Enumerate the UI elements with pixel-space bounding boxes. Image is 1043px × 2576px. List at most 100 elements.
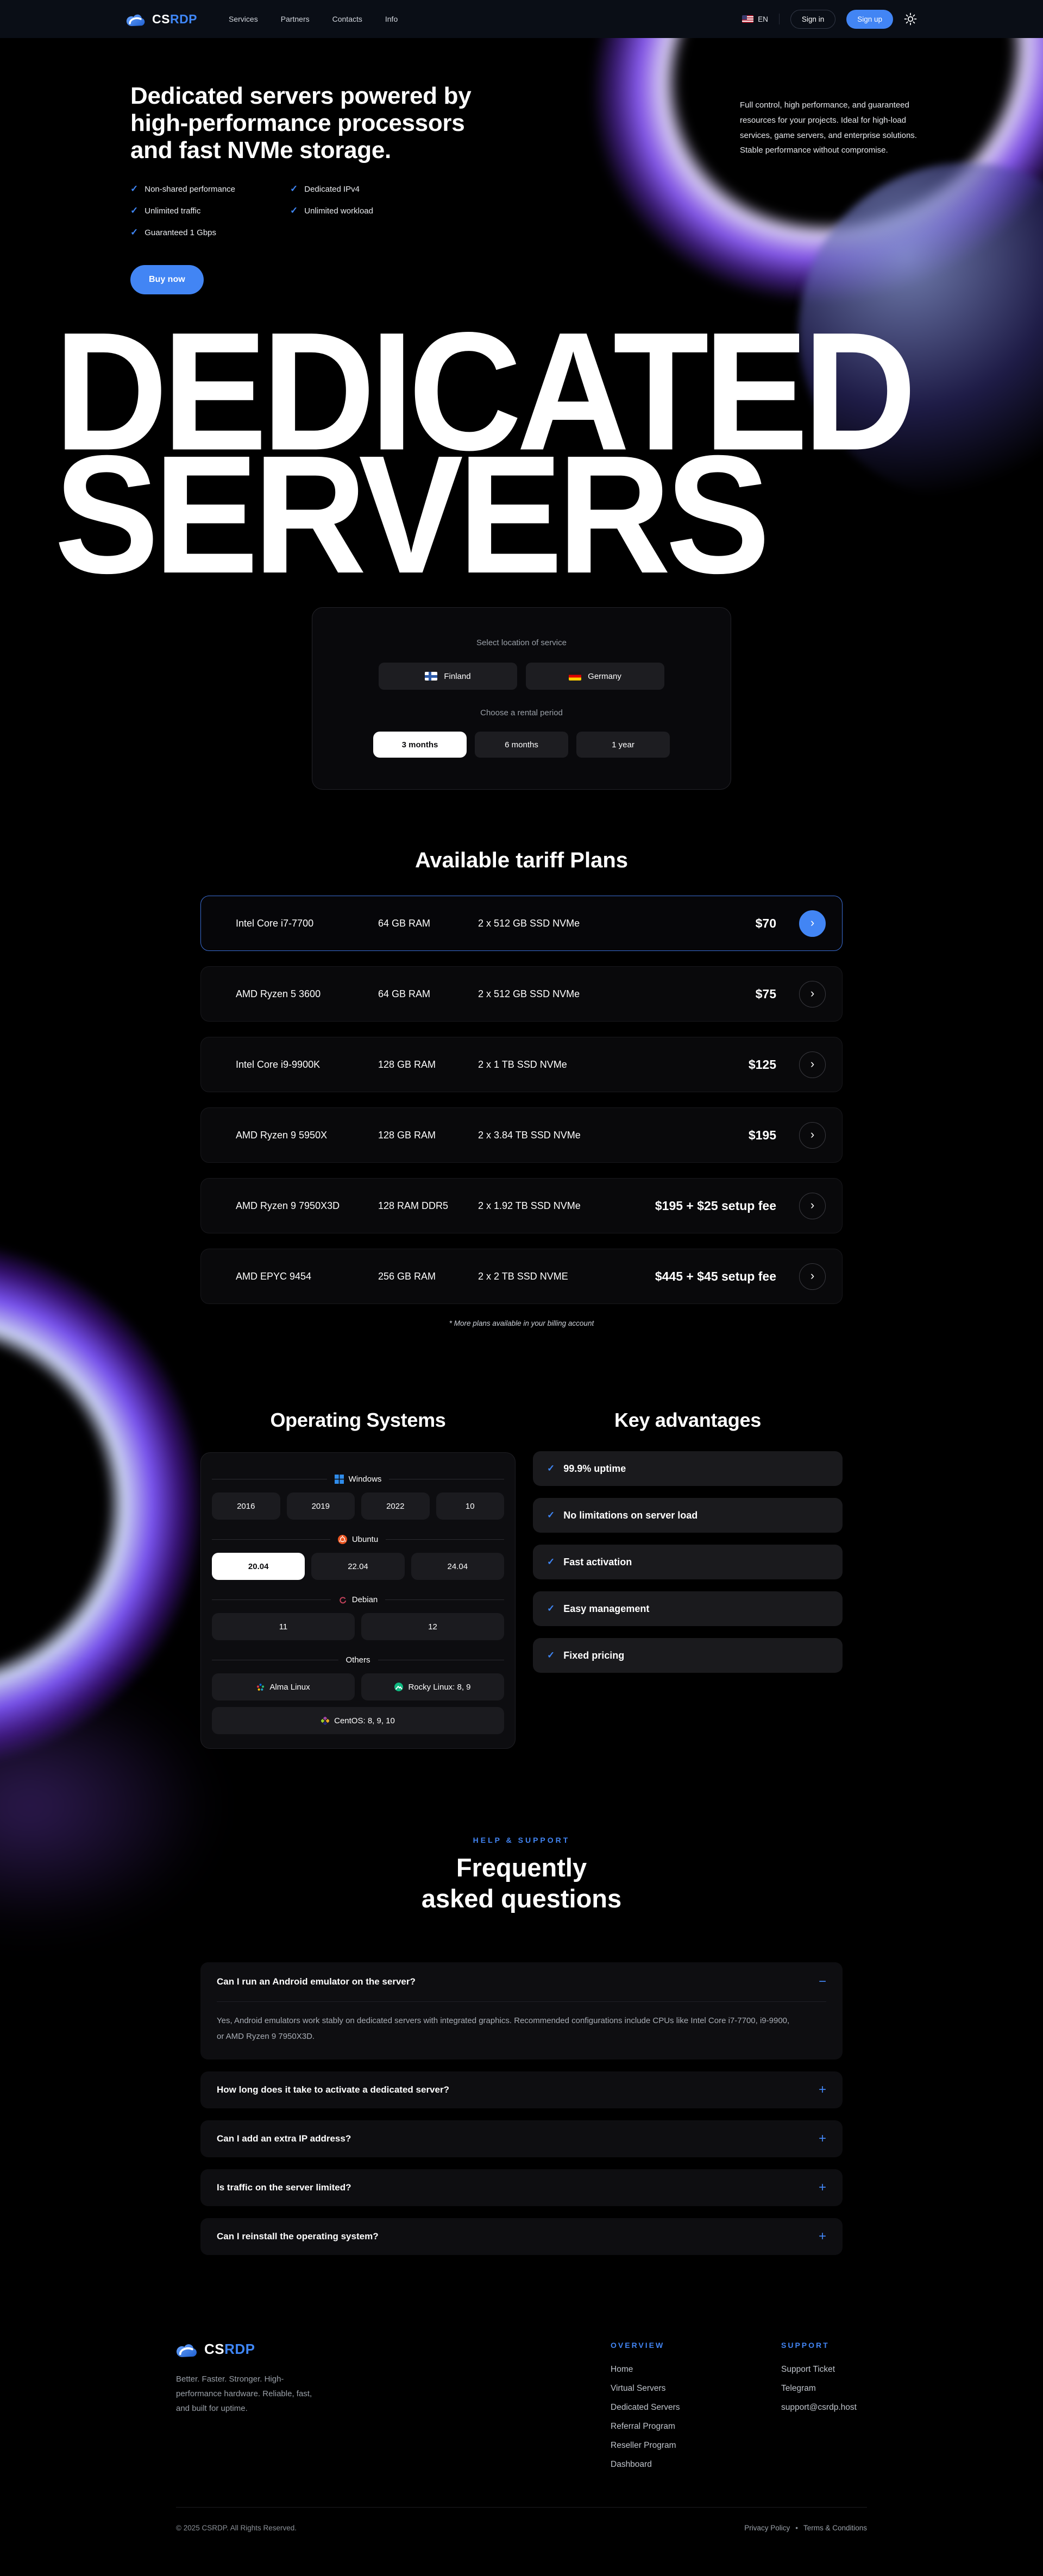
plan-arrow-button[interactable]: ›	[799, 1193, 826, 1219]
plan-ram: 128 GB RAM	[378, 1130, 478, 1141]
privacy-policy-link[interactable]: Privacy Policy	[744, 2524, 790, 2532]
sign-in-button[interactable]: Sign in	[790, 10, 835, 29]
plan-row[interactable]: AMD EPYC 9454 256 GB RAM 2 x 2 TB SSD NV…	[200, 1249, 843, 1304]
language-selector[interactable]: EN	[742, 15, 768, 23]
faq-question[interactable]: Is traffic on the server limited? +	[217, 2169, 826, 2206]
location-label: Select location of service	[312, 638, 731, 647]
check-icon: ✓	[547, 1463, 555, 1474]
nav-item-services[interactable]: Services	[229, 15, 258, 23]
plan-arrow-button[interactable]: ›	[799, 1122, 826, 1149]
os-button-windows-2016[interactable]: 2016	[212, 1492, 280, 1520]
os-button-ubuntu-2404[interactable]: 24.04	[411, 1553, 504, 1580]
faq-question[interactable]: Can I add an extra IP address? +	[217, 2120, 826, 2157]
footer-support-title: SUPPORT	[781, 2341, 867, 2350]
expand-plus-icon[interactable]: +	[819, 2180, 826, 2195]
footer: CSRDP Better. Faster. Stronger. High-per…	[176, 2341, 867, 2532]
plan-price: $195 + $25 setup fee	[655, 1199, 776, 1213]
os-group-others: Others	[212, 1655, 504, 1665]
chevron-right-icon: ›	[810, 1058, 814, 1070]
check-icon: ✓	[547, 1603, 555, 1614]
expand-plus-icon[interactable]: +	[819, 2131, 826, 2146]
plan-arrow-button[interactable]: ›	[799, 981, 826, 1007]
footer-link-dashboard[interactable]: Dashboard	[611, 2460, 781, 2470]
collapse-minus-icon[interactable]: −	[819, 1974, 826, 1989]
os-button-windows-10[interactable]: 10	[436, 1492, 505, 1520]
os-button-alma-linux[interactable]: Alma Linux	[212, 1673, 355, 1700]
theme-toggle-sun-icon[interactable]	[904, 12, 917, 26]
header-divider	[779, 14, 780, 24]
hero-description: Full control, high performance, and guar…	[740, 98, 920, 294]
plan-row[interactable]: AMD Ryzen 9 5950X 128 GB RAM 2 x 3.84 TB…	[200, 1107, 843, 1163]
plan-storage: 2 x 1.92 TB SSD NVMe	[478, 1200, 655, 1212]
location-button-finland[interactable]: Finland	[379, 663, 517, 690]
faq-answer: Yes, Android emulators work stably on de…	[217, 2002, 793, 2060]
footer-link-support-ticket[interactable]: Support Ticket	[781, 2365, 867, 2375]
period-button-1-year[interactable]: 1 year	[576, 732, 670, 758]
plan-price: $195	[749, 1128, 776, 1143]
os-button-rocky-linux[interactable]: Rocky Linux: 8, 9	[361, 1673, 504, 1700]
plan-cpu: Intel Core i7-7700	[236, 918, 378, 929]
faq-question[interactable]: Can I run an Android emulator on the ser…	[217, 1962, 826, 2001]
nav-item-contacts[interactable]: Contacts	[332, 15, 362, 23]
os-button-debian-11[interactable]: 11	[212, 1613, 355, 1640]
plan-storage: 2 x 512 GB SSD NVMe	[478, 918, 756, 929]
footer-link-referral-program[interactable]: Referral Program	[611, 2422, 781, 2432]
faq-question[interactable]: How long does it take to activate a dedi…	[217, 2071, 826, 2108]
period-button-3-months[interactable]: 3 months	[373, 732, 467, 758]
check-icon: ✓	[547, 1650, 555, 1661]
plan-cpu: AMD Ryzen 9 7950X3D	[236, 1200, 378, 1212]
os-button-windows-2022[interactable]: 2022	[361, 1492, 430, 1520]
rental-period-label: Choose a rental period	[312, 708, 731, 717]
faq-title: Frequently asked questions	[0, 1852, 1043, 1914]
plan-row[interactable]: AMD Ryzen 9 7950X3D 128 RAM DDR5 2 x 1.9…	[200, 1178, 843, 1233]
os-button-ubuntu-2004[interactable]: 20.04	[212, 1553, 305, 1580]
footer-overview-column: OVERVIEW Home Virtual Servers Dedicated …	[611, 2341, 781, 2479]
footer-link-home[interactable]: Home	[611, 2365, 781, 2375]
footer-link-dedicated-servers[interactable]: Dedicated Servers	[611, 2403, 781, 2413]
footer-link-telegram[interactable]: Telegram	[781, 2384, 867, 2394]
operating-systems-section: Operating Systems Windows	[200, 1409, 516, 1749]
faq-item: Is traffic on the server limited? +	[200, 2169, 843, 2206]
location-button-germany[interactable]: Germany	[526, 663, 664, 690]
plan-arrow-button[interactable]: ›	[799, 1263, 826, 1290]
hero-feature-list: ✓ Non-shared performance ✓ Unlimited tra…	[130, 184, 471, 238]
key-advantages-section: Key advantages ✓ 99.9% uptime ✓ No limit…	[533, 1409, 843, 1749]
plan-ram: 256 GB RAM	[378, 1271, 478, 1282]
expand-plus-icon[interactable]: +	[819, 2229, 826, 2244]
footer-link-support-email[interactable]: support@csrdp.host	[781, 2403, 867, 2413]
logo[interactable]: CSRDP	[126, 12, 197, 27]
plan-row[interactable]: AMD Ryzen 5 3600 64 GB RAM 2 x 512 GB SS…	[200, 966, 843, 1022]
plan-storage: 2 x 1 TB SSD NVMe	[478, 1059, 749, 1070]
sign-up-button[interactable]: Sign up	[846, 10, 893, 29]
ubuntu-icon	[338, 1535, 347, 1544]
plan-cpu: AMD Ryzen 5 3600	[236, 988, 378, 1000]
os-button-debian-12[interactable]: 12	[361, 1613, 504, 1640]
terms-conditions-link[interactable]: Terms & Conditions	[803, 2524, 867, 2532]
faq-question[interactable]: Can I reinstall the operating system? +	[217, 2218, 826, 2255]
faq-item: Can I reinstall the operating system? +	[200, 2218, 843, 2255]
plan-row[interactable]: Intel Core i7-7700 64 GB RAM 2 x 512 GB …	[200, 896, 843, 951]
buy-now-button[interactable]: Buy now	[130, 265, 204, 294]
plan-arrow-button[interactable]: ›	[799, 910, 826, 937]
faq-list: Can I run an Android emulator on the ser…	[200, 1962, 843, 2256]
check-icon: ✓	[130, 184, 138, 194]
period-button-6-months[interactable]: 6 months	[475, 732, 568, 758]
os-button-ubuntu-2204[interactable]: 22.04	[311, 1553, 404, 1580]
footer-link-virtual-servers[interactable]: Virtual Servers	[611, 2384, 781, 2394]
footer-logo[interactable]: CSRDP	[176, 2341, 363, 2358]
copyright-text: © 2025 CSRDP. All Rights Reserved.	[176, 2524, 297, 2532]
alma-linux-icon	[256, 1683, 265, 1691]
faq-item: How long does it take to activate a dedi…	[200, 2071, 843, 2108]
plan-ram: 128 RAM DDR5	[378, 1200, 478, 1212]
expand-plus-icon[interactable]: +	[819, 2082, 826, 2098]
nav-item-info[interactable]: Info	[385, 15, 398, 23]
plan-price: $75	[756, 987, 776, 1002]
os-button-windows-2019[interactable]: 2019	[287, 1492, 355, 1520]
os-button-centos[interactable]: CentOS: 8, 9, 10	[212, 1707, 504, 1734]
plan-row[interactable]: Intel Core i9-9900K 128 GB RAM 2 x 1 TB …	[200, 1037, 843, 1092]
language-label: EN	[758, 15, 768, 23]
footer-link-reseller-program[interactable]: Reseller Program	[611, 2441, 781, 2451]
plan-arrow-button[interactable]: ›	[799, 1051, 826, 1078]
check-icon: ✓	[130, 227, 138, 238]
nav-item-partners[interactable]: Partners	[281, 15, 310, 23]
